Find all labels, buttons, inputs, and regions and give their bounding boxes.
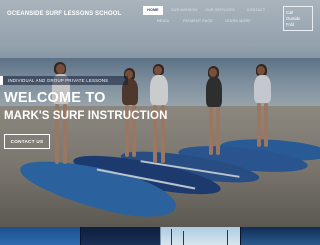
contact-us-button[interactable]: CONTACT US [4,134,50,149]
nav-item-media[interactable]: MEDIA [153,17,173,26]
hero-section: OCEANSIDE SURF LESSONS SCHOOL HOME OUR M… [0,0,320,227]
hero-subheading: MARK'S SURF INSTRUCTION [4,110,168,122]
palm-tree-shape [171,229,172,245]
nav-item-our-mission[interactable]: OUR MISSION [169,6,199,15]
nav-item-our-services[interactable]: OUR SERVICES [205,6,235,15]
gallery-thumbnail[interactable] [240,227,320,245]
hero-tagline: INDIVIDUAL AND GROUP PRIVATE LESSONS [8,78,109,83]
call-button-line: Fold [286,22,295,27]
palm-tree-shape [227,230,228,245]
gallery-thumbnail[interactable] [160,227,240,245]
site-logo[interactable]: OCEANSIDE SURF LESSONS SCHOOL [7,11,121,17]
gallery-thumbnail[interactable] [0,227,80,245]
site-header: OCEANSIDE SURF LESSONS SCHOOL HOME OUR M… [0,0,320,31]
nav-item-payment-page[interactable]: PAYMENT PAGE [179,17,217,26]
gallery-thumbnail[interactable] [80,227,160,245]
nav-item-contact[interactable]: CONTACT [243,6,269,15]
hero-heading: WELCOME TO [4,90,106,106]
call-button[interactable]: Call Outside Fold [283,6,313,31]
palm-tree-shape [183,231,184,245]
nav-item-learn-more[interactable]: LEARN MORE [223,17,253,26]
nav-item-home[interactable]: HOME [143,6,163,15]
